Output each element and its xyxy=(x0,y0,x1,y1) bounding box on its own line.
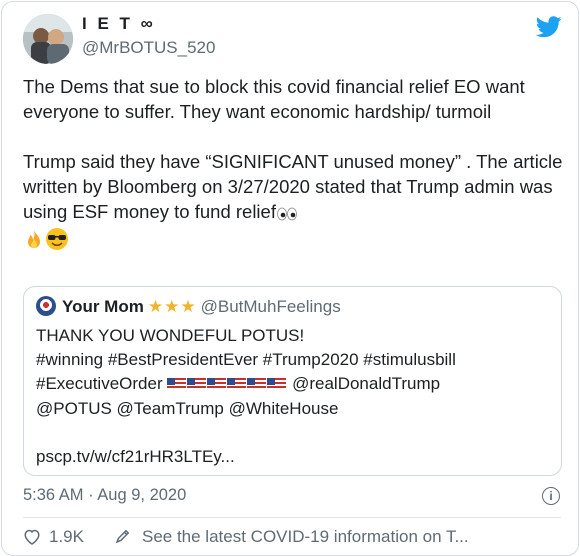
eyes-emoji-icon xyxy=(276,202,298,227)
quoted-display-name[interactable]: Your Mom xyxy=(62,297,144,316)
like-count[interactable]: 1.9K xyxy=(49,527,84,546)
tweet-paragraph-2: Trump said they have “SIGNIFICANT unused… xyxy=(23,149,568,257)
quoted-mention[interactable]: @realDonaldTrump xyxy=(292,374,440,393)
tweet-paragraph-1: The Dems that sue to block this covid fi… xyxy=(23,76,525,122)
action-bar: 1.9K See the latest COVID-19 information… xyxy=(23,527,469,550)
quoted-link[interactable]: pscp.tv/w/cf21rHR3LTEy... xyxy=(36,445,556,469)
tweet-timestamp[interactable]: 5:36 AM · Aug 9, 2020 xyxy=(23,486,186,505)
star-emoji-icon: ★★★ xyxy=(147,297,197,316)
divider xyxy=(23,517,561,518)
fire-emoji-icon xyxy=(23,229,45,257)
covid-info-link[interactable]: See the latest COVID-19 information on T… xyxy=(142,527,469,546)
share-icon[interactable] xyxy=(114,527,132,550)
quoted-user-handle[interactable]: @ButMuhFeelings xyxy=(201,297,341,316)
quoted-tweet[interactable]: Your Mom ★★★ @ButMuhFeelings THANK YOU WON… xyxy=(23,286,562,476)
quoted-tweet-header: Your Mom ★★★ @ButMuhFeelings xyxy=(36,296,341,317)
quoted-avatar[interactable] xyxy=(36,296,56,316)
avatar[interactable] xyxy=(23,14,73,64)
sunglasses-emoji-icon xyxy=(45,227,69,257)
quoted-hashtag[interactable]: #ExecutiveOrder xyxy=(36,374,163,393)
quoted-line-2: #winning #BestPresidentEver #Trump2020 #… xyxy=(36,350,456,369)
quoted-line-3: #ExecutiveOrder @realDonaldTrump xyxy=(36,372,556,397)
heart-icon[interactable] xyxy=(23,528,41,550)
user-handle[interactable]: @MrBOTUS_520 xyxy=(82,38,215,58)
us-flag-emoji-icon xyxy=(167,373,287,397)
quoted-tweet-text: THANK YOU WONDEFUL POTUS! #winning #Best… xyxy=(36,324,556,469)
tweet-card: I E T ∞ @MrBOTUS_520 The Dems that sue t… xyxy=(1,1,579,556)
quoted-line-1: THANK YOU WONDEFUL POTUS! xyxy=(36,326,305,345)
tweet-text: The Dems that sue to block this covid fi… xyxy=(23,74,568,257)
display-name[interactable]: I E T ∞ xyxy=(82,14,156,34)
info-icon[interactable]: i xyxy=(542,487,560,505)
twitter-bird-icon[interactable] xyxy=(536,16,562,38)
quoted-line-4: @POTUS @TeamTrump @WhiteHouse xyxy=(36,399,339,418)
